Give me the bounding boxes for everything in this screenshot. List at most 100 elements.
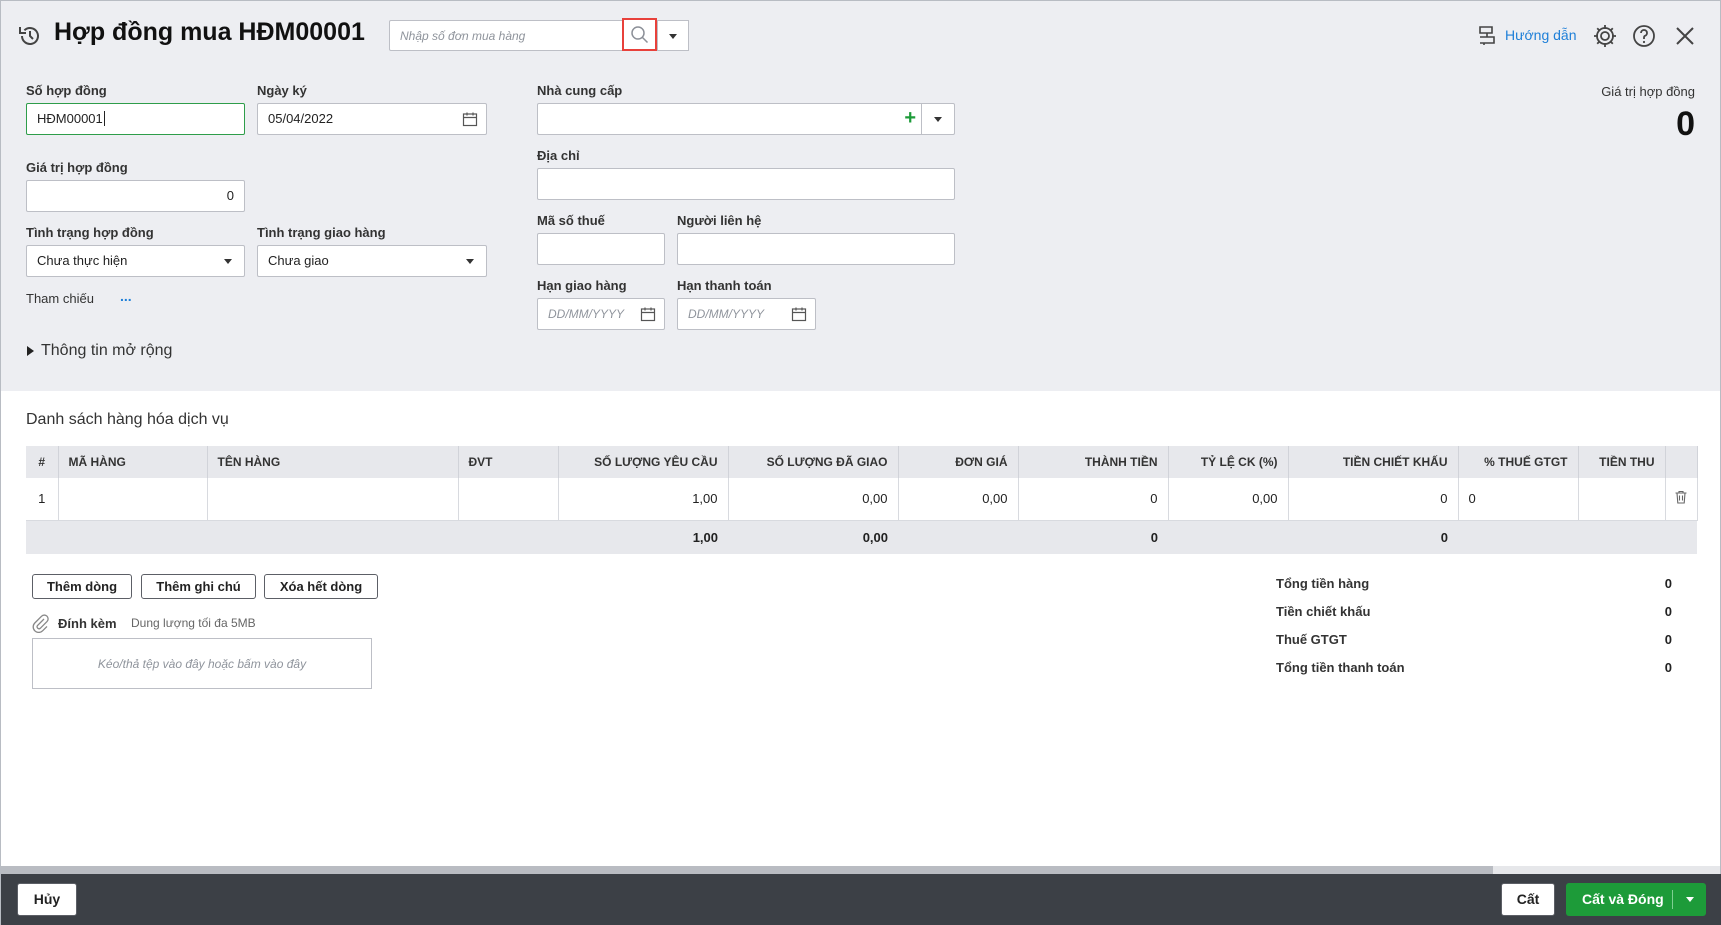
extended-info-label: Thông tin mở rộng	[41, 342, 173, 359]
table-cell[interactable]: 0	[1018, 478, 1169, 521]
help-icon[interactable]	[1631, 23, 1657, 49]
save-options-dropdown[interactable]	[1673, 883, 1706, 916]
table-cell[interactable]: 0	[1458, 478, 1579, 521]
table-cell[interactable]: 0	[1288, 478, 1459, 521]
delivery-deadline-input[interactable]: DD/MM/YYYY	[537, 298, 665, 330]
delivery-status-value: Chưa giao	[268, 253, 329, 268]
address-input[interactable]	[537, 168, 955, 200]
sum-cell: 0	[1018, 520, 1168, 554]
attach-label: Đính kèm	[58, 616, 117, 631]
delivery-status-select[interactable]: Chưa giao	[257, 245, 487, 277]
supplier-input[interactable]: +	[537, 103, 955, 135]
contract-value-input[interactable]: 0	[26, 180, 245, 212]
search-icon[interactable]	[622, 18, 657, 51]
total-value: 0	[1664, 604, 1672, 619]
col-header[interactable]: ĐƠN GIÁ	[898, 446, 1019, 478]
file-drop-zone[interactable]: Kéo/thả tệp vào đây hoặc bấm vào đây	[32, 638, 372, 689]
delete-all-rows-button[interactable]: Xóa hết dòng	[264, 574, 378, 599]
reference-label: Tham chiếu	[26, 291, 94, 306]
reference-more-link[interactable]: ...	[120, 288, 132, 304]
items-table: # MÃ HÀNG TÊN HÀNG ĐVT SỐ LƯỢNG YÊU CẦU …	[26, 446, 1698, 554]
table-cell[interactable]: 1	[26, 478, 59, 521]
col-header[interactable]: MÃ HÀNG	[58, 446, 208, 478]
contract-no-label: Số hợp đồng	[26, 83, 107, 98]
col-header[interactable]: TIỀN CHIẾT KHẤU	[1288, 446, 1459, 478]
save-button[interactable]: Cất	[1501, 883, 1555, 916]
contract-value-value: 0	[226, 188, 234, 203]
col-header[interactable]: THÀNH TIỀN	[1018, 446, 1169, 478]
triangle-right-icon	[27, 346, 34, 356]
history-icon[interactable]	[17, 23, 43, 49]
trash-icon[interactable]	[1673, 489, 1689, 505]
sum-cell	[458, 520, 558, 554]
total-label: Tổng tiền thanh toán	[1276, 660, 1405, 675]
table-header-row: # MÃ HÀNG TÊN HÀNG ĐVT SỐ LƯỢNG YÊU CẦU …	[26, 446, 1698, 478]
calendar-icon[interactable]	[462, 111, 478, 127]
table-cell[interactable]: 0,00	[728, 478, 899, 521]
save-close-label: Cất và Đóng	[1582, 891, 1664, 907]
contact-label: Người liên hệ	[677, 213, 762, 228]
table-cell[interactable]: 1,00	[558, 478, 729, 521]
save-close-button[interactable]: Cất và Đóng	[1566, 883, 1706, 916]
extended-info-toggle[interactable]: Thông tin mở rộng	[26, 342, 172, 360]
sum-cell: 0	[1288, 520, 1458, 554]
plus-icon[interactable]: +	[904, 103, 916, 133]
table-cell[interactable]: 0,00	[1168, 478, 1289, 521]
sign-date-input[interactable]: 05/04/2022	[257, 103, 487, 135]
table-cell[interactable]	[207, 478, 459, 521]
tax-code-input[interactable]	[537, 233, 665, 265]
table-row[interactable]: 1 1,00 0,00 0,00 0 0,00 0 0	[26, 478, 1698, 521]
contract-status-select[interactable]: Chưa thực hiện	[26, 245, 245, 277]
summary-row: 1,00 0,00 0 0	[26, 520, 1697, 554]
contact-input[interactable]	[677, 233, 955, 265]
calendar-icon[interactable]	[640, 306, 656, 322]
guide-label: Hướng dẫn	[1505, 27, 1577, 43]
payment-deadline-input[interactable]: DD/MM/YYYY	[677, 298, 816, 330]
contract-no-value: HĐM00001	[37, 111, 103, 126]
chevron-down-icon	[669, 34, 677, 39]
col-header[interactable]: SỐ LƯỢNG YÊU CẦU	[558, 446, 729, 478]
add-row-button[interactable]: Thêm dòng	[32, 574, 132, 599]
guide-link[interactable]: Hướng dẫn	[1475, 23, 1576, 47]
guide-icon	[1479, 26, 1495, 45]
col-header[interactable]: ĐVT	[458, 446, 559, 478]
sum-cell	[1665, 520, 1697, 554]
add-note-button[interactable]: Thêm ghi chú	[141, 574, 256, 599]
delivery-deadline-placeholder: DD/MM/YYYY	[548, 307, 625, 321]
sum-cell	[1458, 520, 1578, 554]
table-cell[interactable]: 0,00	[898, 478, 1019, 521]
sum-cell	[1578, 520, 1665, 554]
scrollbar-thumb[interactable]	[1, 866, 1493, 874]
table-cell[interactable]	[458, 478, 559, 521]
delete-row-cell[interactable]	[1665, 478, 1698, 521]
total-label: Thuế GTGT	[1276, 632, 1347, 647]
sum-cell	[58, 520, 207, 554]
col-header[interactable]: #	[26, 446, 59, 478]
calendar-icon[interactable]	[791, 306, 807, 322]
col-header[interactable]: SỐ LƯỢNG ĐÃ GIAO	[728, 446, 899, 478]
gear-icon[interactable]	[1592, 23, 1618, 49]
drop-hint: Kéo/thả tệp vào đây hoặc bấm vào đây	[97, 657, 307, 671]
sum-cell	[898, 520, 1018, 554]
col-header[interactable]: TIỀN THU	[1578, 446, 1666, 478]
page-title: Hợp đồng mua HĐM00001	[54, 18, 365, 46]
sum-cell	[26, 520, 58, 554]
col-header[interactable]: TỶ LỆ CK (%)	[1168, 446, 1289, 478]
close-icon[interactable]	[1673, 24, 1697, 48]
contract-status-value: Chưa thực hiện	[37, 253, 128, 268]
total-value: 0	[1664, 576, 1672, 591]
cancel-button[interactable]: Hủy	[17, 883, 77, 916]
table-cell[interactable]	[58, 478, 208, 521]
contract-no-input[interactable]: HĐM00001	[26, 103, 245, 135]
sum-cell	[1168, 520, 1288, 554]
horizontal-scrollbar[interactable]	[1, 866, 1720, 874]
search-dropdown-button[interactable]	[657, 20, 689, 51]
footer-bar: Hủy Cất Cất và Đóng	[1, 874, 1721, 925]
col-header[interactable]: TÊN HÀNG	[207, 446, 459, 478]
col-header[interactable]: % THUẾ GTGT	[1458, 446, 1579, 478]
supplier-dropdown-button[interactable]	[921, 104, 954, 134]
table-cell[interactable]	[1578, 478, 1666, 521]
paperclip-icon	[31, 613, 49, 634]
sign-date-value: 05/04/2022	[268, 111, 334, 126]
sum-cell: 0,00	[728, 520, 898, 554]
